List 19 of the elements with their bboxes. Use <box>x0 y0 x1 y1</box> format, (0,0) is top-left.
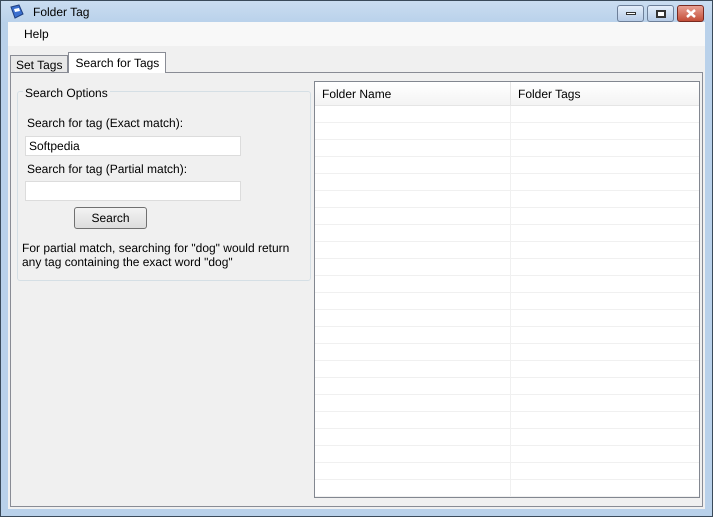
close-icon <box>686 9 696 18</box>
menu-item[interactable]: Help <box>16 25 57 43</box>
maximize-button[interactable] <box>647 5 674 22</box>
search-button[interactable]: Search <box>74 207 147 229</box>
field-label: Search for tag (Partial match): <box>26 161 188 178</box>
column-header[interactable]: Folder Tags <box>511 82 699 105</box>
tab[interactable]: Search for Tags <box>68 52 166 73</box>
minimize-button[interactable] <box>617 5 644 22</box>
minimize-icon <box>626 12 636 15</box>
input-field[interactable]: Softpedia <box>25 136 241 156</box>
tab[interactable]: Set Tags <box>10 55 68 73</box>
maximize-icon <box>656 10 666 18</box>
field-label: Search for tag (Exact match): <box>26 115 184 132</box>
app-icon <box>9 4 25 20</box>
input-field[interactable] <box>25 181 241 201</box>
close-button[interactable] <box>677 5 704 22</box>
hint-text: For partial match, searching for "dog" would return any tag containing the exact word "dog" <box>22 241 290 269</box>
window-title: Folder Tag <box>33 4 90 20</box>
column-header[interactable]: Folder Name <box>315 82 511 105</box>
